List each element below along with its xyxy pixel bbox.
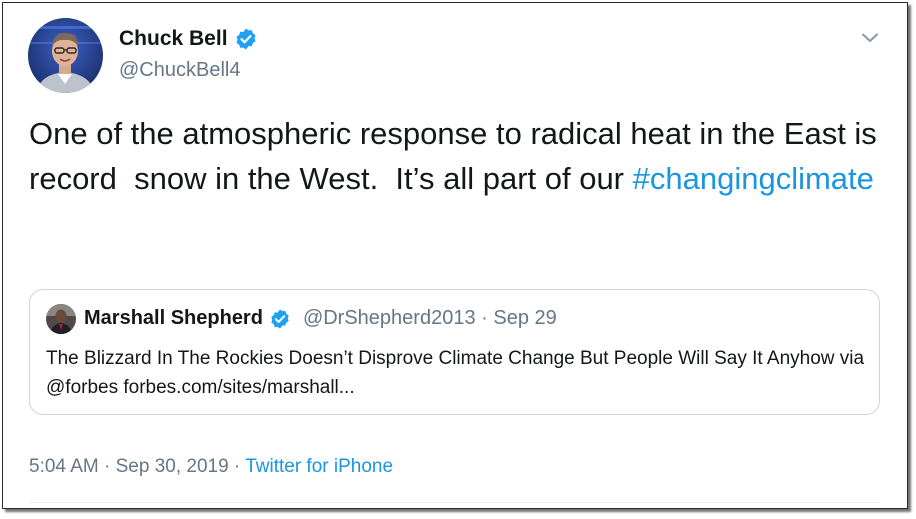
quoted-tweet[interactable]: Marshall Shepherd @DrShepherd2013 · Sep …: [29, 289, 880, 415]
footer-separator: ·: [98, 456, 116, 477]
verified-badge-icon: [234, 27, 258, 51]
verified-badge-icon: [269, 308, 291, 330]
quoted-author-name[interactable]: Marshall Shepherd: [84, 307, 263, 330]
author-avatar[interactable]: [28, 18, 103, 93]
quoted-tweet-text: The Blizzard In The Rockies Doesn’t Disp…: [46, 348, 865, 398]
chevron-down-icon[interactable]: [859, 27, 881, 49]
quoted-tweet-header: Marshall Shepherd @DrShepherd2013 · Sep …: [84, 307, 557, 330]
author-handle[interactable]: @ChuckBell4: [119, 59, 240, 82]
tweet-footer: 5:04 AM · Sep 30, 2019 · Twitter for iPh…: [29, 456, 393, 478]
tweet-date[interactable]: Sep 30, 2019: [116, 456, 229, 477]
tweet-text: One of the atmospheric response to radic…: [29, 111, 889, 201]
tweet-source-link[interactable]: Twitter for iPhone: [245, 456, 393, 477]
author-name-row[interactable]: Chuck Bell: [119, 27, 258, 51]
footer-separator-2: ·: [228, 456, 246, 477]
author-name[interactable]: Chuck Bell: [119, 27, 228, 51]
quoted-meta-separator: ·: [475, 307, 494, 329]
tweet-card: Chuck Bell @ChuckBell4 One of the atmosp…: [2, 2, 908, 509]
divider: [29, 502, 880, 503]
tweet-time[interactable]: 5:04 AM: [29, 456, 99, 477]
quoted-author-handle[interactable]: @DrShepherd2013: [303, 307, 476, 330]
quoted-author-avatar[interactable]: [46, 304, 76, 334]
hashtag-link[interactable]: #changingclimate: [633, 161, 874, 196]
quoted-tweet-date[interactable]: Sep 29: [493, 307, 556, 330]
